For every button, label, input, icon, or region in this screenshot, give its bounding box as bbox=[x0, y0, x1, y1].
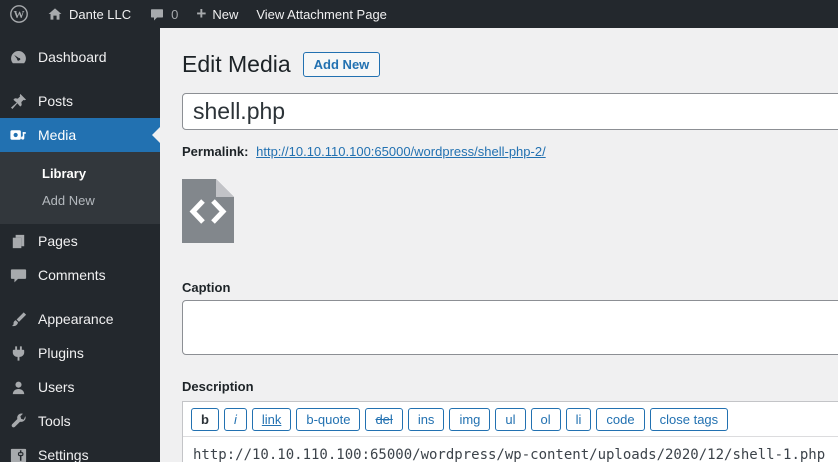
quicktag-blockquote-button[interactable]: b-quote bbox=[296, 408, 361, 431]
comments-count: 0 bbox=[171, 6, 179, 22]
pages-icon bbox=[12, 234, 25, 248]
view-attachment-page-link[interactable]: View Attachment Page bbox=[247, 0, 396, 28]
media-title-input[interactable] bbox=[182, 93, 838, 130]
plus-icon: + bbox=[196, 3, 207, 23]
svg-text:W: W bbox=[14, 9, 25, 21]
sidebar-item-appearance[interactable]: Appearance bbox=[0, 302, 160, 336]
sidebar-item-settings[interactable]: Settings bbox=[0, 438, 160, 462]
site-name-link[interactable]: Dante LLC bbox=[38, 0, 140, 28]
description-editor: b i link b-quote del ins img ul ol li co… bbox=[182, 401, 838, 462]
media-submenu: Library Add New bbox=[0, 152, 160, 224]
site-name: Dante LLC bbox=[69, 6, 132, 22]
quicktag-li-button[interactable]: li bbox=[565, 408, 592, 431]
sidebar-item-plugins[interactable]: Plugins bbox=[0, 336, 160, 370]
quicktag-link-button[interactable]: link bbox=[251, 408, 292, 431]
description-textarea[interactable]: http://10.10.110.100:65000/wordpress/wp-… bbox=[183, 437, 838, 462]
sidebar-item-tools[interactable]: Tools bbox=[0, 404, 160, 438]
sidebar-item-pages[interactable]: Pages bbox=[0, 224, 160, 258]
admin-sidebar: Dashboard Posts Media Library Add New Pa… bbox=[0, 28, 160, 462]
dashboard-icon bbox=[11, 50, 26, 63]
comments-indicator[interactable]: 0 bbox=[140, 0, 187, 28]
plug-icon bbox=[12, 345, 25, 361]
sidebar-item-comments[interactable]: Comments bbox=[0, 258, 160, 292]
quicktag-ul-button[interactable]: ul bbox=[495, 408, 526, 431]
caption-textarea[interactable] bbox=[182, 300, 838, 355]
permalink-link[interactable]: http://10.10.110.100:65000/wordpress/she… bbox=[256, 144, 546, 159]
quicktag-del-button[interactable]: del bbox=[365, 408, 403, 431]
user-icon bbox=[12, 381, 25, 394]
menu-separator bbox=[0, 292, 160, 302]
quicktag-bold-button[interactable]: b bbox=[191, 408, 219, 431]
caption-label: Caption bbox=[182, 280, 231, 295]
wordpress-menu[interactable]: W bbox=[0, 0, 38, 28]
wrench-icon bbox=[11, 412, 26, 427]
sidebar-item-library[interactable]: Library bbox=[0, 160, 160, 187]
quicktag-ol-button[interactable]: ol bbox=[530, 408, 561, 431]
sidebar-item-dashboard[interactable]: Dashboard bbox=[0, 40, 160, 74]
quicktags-toolbar: b i link b-quote del ins img ul ol li co… bbox=[183, 402, 838, 437]
settings-icon bbox=[10, 448, 27, 462]
quicktag-close-tags-button[interactable]: close tags bbox=[649, 408, 729, 431]
new-content-menu[interactable]: + New bbox=[187, 0, 247, 28]
edit-media-page: Edit Media Add New Permalink: http://10.… bbox=[160, 28, 838, 462]
brush-icon bbox=[11, 311, 27, 326]
quicktag-italic-button[interactable]: i bbox=[223, 408, 247, 431]
code-file-icon bbox=[182, 179, 234, 243]
page-title: Edit Media bbox=[182, 51, 291, 77]
admin-bar: W Dante LLC 0 + New View Attachment Page bbox=[0, 0, 838, 28]
quicktag-img-button[interactable]: img bbox=[449, 408, 491, 431]
permalink-label: Permalink: bbox=[182, 144, 249, 159]
quicktag-code-button[interactable]: code bbox=[596, 408, 645, 431]
sidebar-item-media[interactable]: Media bbox=[0, 118, 160, 152]
home-icon bbox=[48, 8, 62, 20]
sidebar-item-posts[interactable]: Posts bbox=[0, 84, 160, 118]
comment-icon bbox=[10, 268, 27, 282]
menu-separator bbox=[0, 74, 160, 84]
new-label: New bbox=[212, 6, 239, 22]
pushpin-icon bbox=[10, 93, 27, 109]
attachment-preview bbox=[182, 179, 838, 248]
description-label: Description bbox=[182, 379, 254, 394]
sidebar-item-add-new[interactable]: Add New bbox=[0, 187, 160, 214]
media-icon bbox=[10, 129, 26, 140]
add-new-button[interactable]: Add New bbox=[302, 52, 381, 77]
permalink-row: Permalink: http://10.10.110.100:65000/wo… bbox=[182, 144, 838, 159]
comment-bubble-icon bbox=[151, 8, 164, 20]
quicktag-ins-button[interactable]: ins bbox=[407, 408, 445, 431]
current-menu-arrow bbox=[152, 127, 160, 143]
wordpress-logo-icon: W bbox=[10, 5, 28, 23]
sidebar-item-users[interactable]: Users bbox=[0, 370, 160, 404]
